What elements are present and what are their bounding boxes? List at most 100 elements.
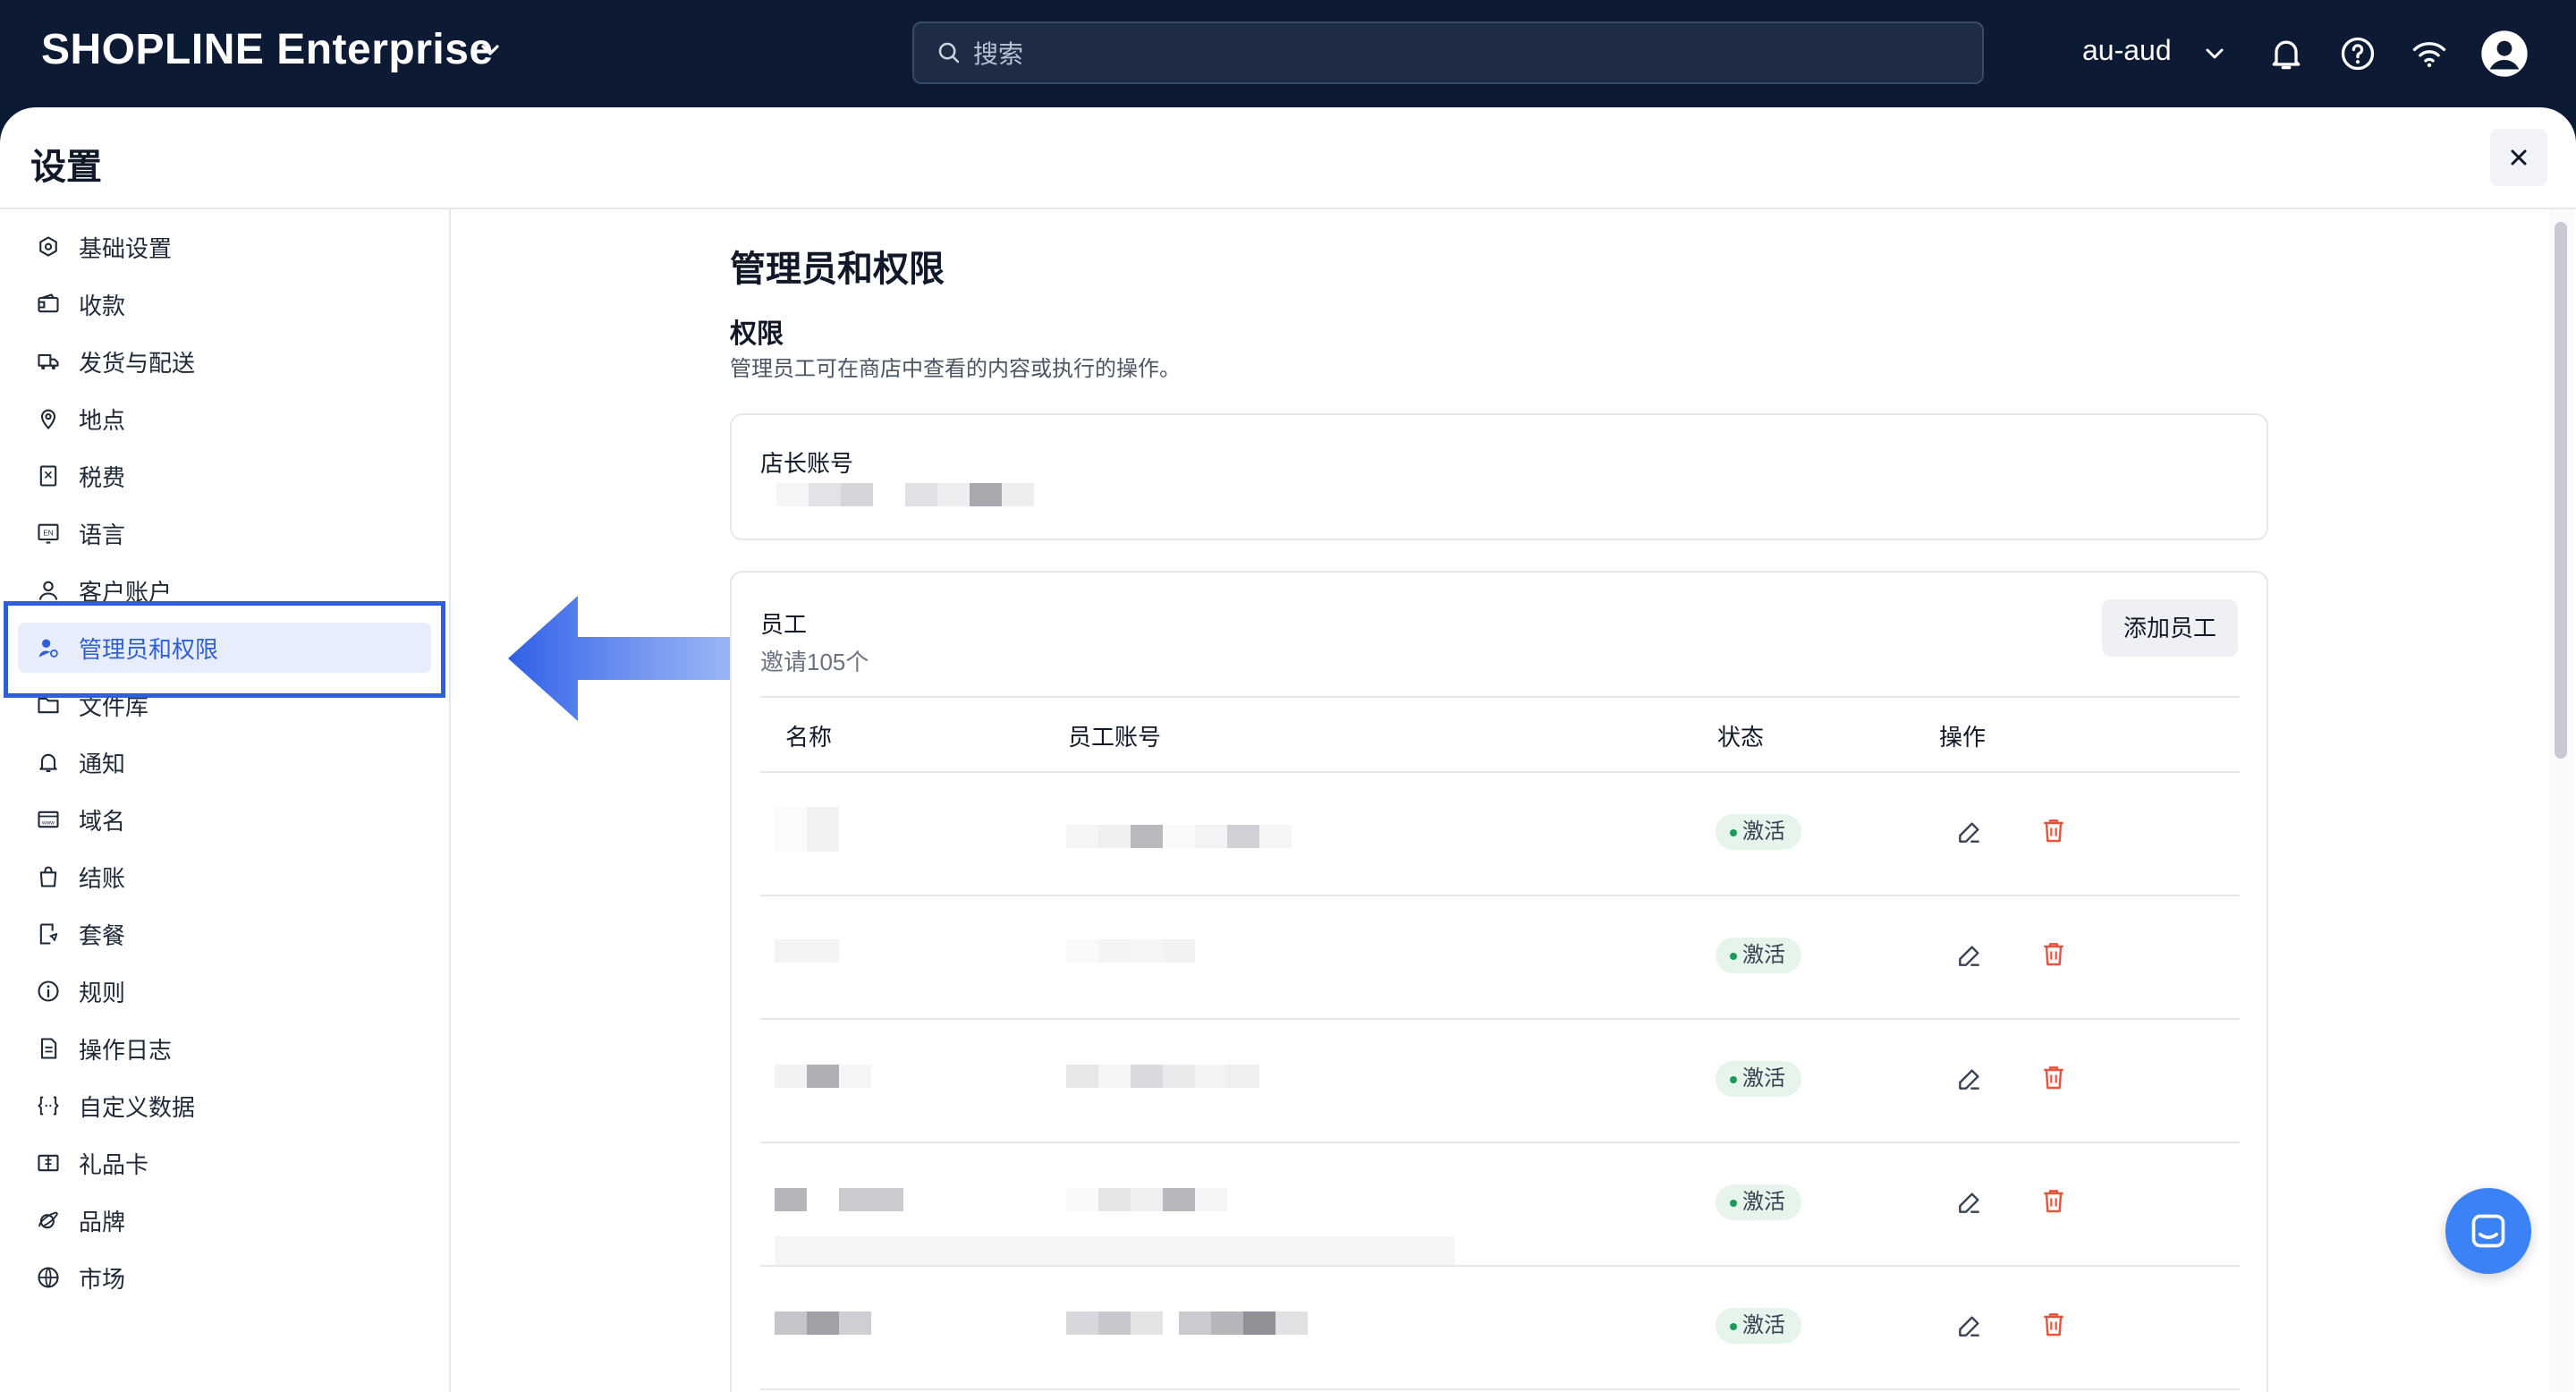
- edit-icon[interactable]: [1955, 818, 1984, 846]
- scrollbar-thumb[interactable]: [2555, 222, 2567, 759]
- redacted-name: [775, 1188, 903, 1211]
- redacted-account: [1066, 1311, 1308, 1335]
- sidebar-item-label: 市场: [79, 1266, 126, 1293]
- sidebar-item-label: 套餐: [79, 922, 126, 949]
- delete-icon[interactable]: [2039, 1063, 2068, 1091]
- language-icon: EN: [38, 523, 59, 544]
- sidebar-item-brand[interactable]: 品牌: [18, 1195, 431, 1245]
- sidebar-item-shipping[interactable]: 发货与配送: [18, 336, 431, 386]
- avatar-icon[interactable]: [2479, 29, 2529, 79]
- staff-invite-count: 邀请105个: [760, 649, 869, 675]
- sidebar-item-policies[interactable]: 规则: [18, 966, 431, 1016]
- chevron-down-icon[interactable]: [476, 36, 504, 64]
- column-header-account[interactable]: 员工账号: [1068, 719, 1161, 752]
- sidebar-item-plan[interactable]: 套餐: [18, 909, 431, 959]
- brand-logo[interactable]: SHOPLINE Enterprise: [41, 25, 494, 74]
- top-bar: SHOPLINE Enterprise au-aud: [0, 0, 2576, 107]
- redacted-strip: [775, 1236, 1454, 1267]
- sidebar-item-gift-cards[interactable]: 礼品卡: [18, 1138, 431, 1188]
- sidebar-item-label: 礼品卡: [79, 1151, 149, 1178]
- globe-icon: [38, 1267, 59, 1288]
- sidebar-item-label: 税费: [79, 464, 126, 491]
- settings-panel: 设置 基础设置 收款 发货与配送 地点 税费 EN 语言 客户账户 管理员和权限…: [0, 107, 2576, 1392]
- truck-icon: [38, 353, 59, 370]
- edit-icon[interactable]: [1955, 1188, 1984, 1217]
- location-pin-icon: [40, 409, 56, 430]
- chat-icon: [2471, 1214, 2505, 1248]
- sidebar-item-payments[interactable]: 收款: [18, 279, 431, 329]
- close-icon: [2511, 149, 2527, 166]
- section-description: 管理员工可在商店中查看的内容或执行的操作。: [730, 357, 1181, 381]
- delete-icon[interactable]: [2039, 939, 2068, 968]
- edit-icon[interactable]: [1955, 1065, 1984, 1093]
- chevron-down-icon[interactable]: [2200, 39, 2229, 68]
- sidebar-item-custom-data[interactable]: 自定义数据: [18, 1081, 431, 1131]
- sidebar-item-label: 自定义数据: [79, 1094, 196, 1121]
- edit-icon[interactable]: [1955, 941, 1984, 970]
- code-icon: [38, 1096, 59, 1116]
- search-input[interactable]: [971, 32, 1869, 77]
- log-icon: [40, 1038, 57, 1059]
- table-divider: [760, 895, 2240, 896]
- svg-text:EN: EN: [43, 529, 53, 537]
- sidebar-item-label: 地点: [79, 407, 126, 434]
- table-divider: [760, 696, 2240, 698]
- plan-icon: [39, 923, 58, 945]
- status-badge: 激活: [1716, 1308, 1801, 1344]
- shopping-bag-icon: [39, 866, 57, 887]
- help-icon[interactable]: [2338, 34, 2377, 73]
- redacted-name: [775, 939, 839, 963]
- sidebar-item-basic[interactable]: 基础设置: [18, 222, 431, 272]
- redacted-name: [775, 1065, 871, 1088]
- wifi-icon[interactable]: [2410, 34, 2449, 73]
- column-header-name[interactable]: 名称: [785, 719, 832, 752]
- staff-card: 员工 邀请105个 添加员工 名称 员工账号 状态 操作 激活 激活 激活 激活…: [730, 571, 2268, 1392]
- sidebar-item-label: 品牌: [79, 1209, 126, 1235]
- bell-icon: [39, 753, 57, 772]
- sidebar-item-notifications[interactable]: 通知: [18, 737, 431, 787]
- sidebar-item-locations[interactable]: 地点: [18, 394, 431, 444]
- redacted-account: [1066, 825, 1292, 848]
- redacted-account: [1066, 939, 1195, 963]
- sidebar-item-label: 基础设置: [79, 235, 173, 262]
- info-icon: [38, 980, 59, 1002]
- sidebar-item-domains[interactable]: www 域名: [18, 794, 431, 845]
- sidebar-item-taxes[interactable]: 税费: [18, 451, 431, 501]
- store-selector[interactable]: au-aud: [2082, 34, 2172, 67]
- add-staff-button[interactable]: 添加员工: [2102, 599, 2238, 657]
- owner-card-title: 店长账号: [760, 450, 854, 477]
- sidebar-item-language[interactable]: EN 语言: [18, 508, 431, 558]
- status-badge: 激活: [1716, 814, 1801, 850]
- column-header-status[interactable]: 状态: [1717, 719, 1764, 752]
- edit-icon[interactable]: [1955, 1311, 1984, 1340]
- sidebar-item-activity-log[interactable]: 操作日志: [18, 1023, 431, 1074]
- sidebar-item-label: 规则: [79, 980, 126, 1006]
- settings-title: 设置: [30, 148, 102, 187]
- bell-icon[interactable]: [2267, 34, 2306, 73]
- table-divider: [760, 1265, 2240, 1267]
- delete-icon[interactable]: [2039, 1186, 2068, 1215]
- sidebar-item-markets[interactable]: 市场: [18, 1252, 431, 1303]
- delete-icon[interactable]: [2039, 816, 2068, 845]
- delete-icon[interactable]: [2039, 1310, 2068, 1338]
- redacted-account: [1066, 1188, 1227, 1211]
- sidebar-item-label: 操作日志: [79, 1037, 173, 1064]
- close-button[interactable]: [2490, 129, 2547, 186]
- svg-text:www: www: [41, 819, 55, 826]
- sidebar-item-label: 收款: [79, 293, 126, 319]
- table-divider: [760, 771, 2240, 773]
- sidebar-item-label: 发货与配送: [79, 350, 196, 377]
- page-title: 管理员和权限: [730, 250, 945, 289]
- section-title: 权限: [730, 319, 784, 349]
- sidebar-item-checkout[interactable]: 结账: [18, 852, 431, 902]
- chat-widget-button[interactable]: [2445, 1188, 2531, 1274]
- user-icon: [38, 581, 58, 600]
- domain-icon: www: [38, 811, 59, 828]
- wallet-icon: [38, 293, 59, 313]
- search-box[interactable]: [912, 21, 1984, 84]
- column-header-actions[interactable]: 操作: [1939, 719, 1986, 752]
- receipt-icon: [39, 465, 57, 487]
- sidebar-item-label: 通知: [79, 751, 126, 777]
- gear-icon: [39, 236, 57, 257]
- sidebar-item-label: 语言: [79, 522, 126, 548]
